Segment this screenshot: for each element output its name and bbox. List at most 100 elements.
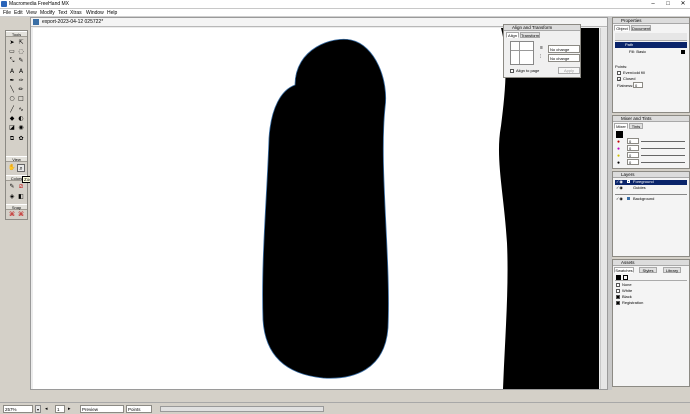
page-select[interactable]: 1: [55, 405, 65, 413]
zoom-select[interactable]: 257%: [3, 405, 33, 413]
menu-view[interactable]: View: [26, 9, 37, 17]
page-tool-icon[interactable]: ▭: [8, 48, 16, 56]
align-to-page-checkbox[interactable]: [510, 69, 514, 73]
mixer-slider-4[interactable]: [641, 162, 685, 163]
no-stroke-icon[interactable]: ⧄: [17, 183, 25, 191]
blend-tool-icon[interactable]: ◐: [17, 115, 25, 123]
units-select[interactable]: Points: [126, 405, 152, 413]
eye-icon[interactable]: ✓◉: [616, 196, 623, 201]
pen-tool-icon[interactable]: ✒: [8, 77, 16, 85]
maximize-button[interactable]: □: [661, 0, 675, 9]
menu-bar: File Edit View Modify Text Xtras Window …: [0, 9, 690, 17]
tab-transform[interactable]: Transform: [520, 32, 540, 38]
mixer-slider-1[interactable]: [641, 141, 685, 142]
tab-align[interactable]: Align: [506, 32, 519, 38]
menu-window[interactable]: Window: [86, 9, 104, 17]
next-page-icon[interactable]: ▸: [68, 406, 71, 412]
mirror-tool-icon[interactable]: ⧉: [8, 135, 16, 143]
swatch-white[interactable]: [616, 289, 620, 293]
text-tool-icon[interactable]: A: [8, 68, 16, 76]
mixer-slider-2[interactable]: [641, 148, 685, 149]
fill-color-icon[interactable]: ◈: [8, 193, 16, 201]
tab-document[interactable]: Document: [631, 25, 651, 31]
prev-page-icon[interactable]: ◂: [45, 406, 48, 412]
snap-to-point-icon[interactable]: ⌘: [8, 211, 16, 219]
align-preview[interactable]: [510, 41, 534, 65]
pencil-tool-icon[interactable]: ✏: [17, 86, 25, 94]
fill-icon[interactable]: [616, 275, 621, 280]
graphic-hose-icon[interactable]: ✿: [17, 135, 25, 143]
tab-swatches[interactable]: Swatches: [614, 267, 634, 273]
property-fill-row[interactable]: Fill: Basic: [615, 49, 687, 55]
knife-tool-icon[interactable]: ╱: [8, 106, 16, 114]
artwork: [262, 28, 599, 389]
zoom-tool-icon[interactable]: ⌕: [17, 164, 25, 172]
minimize-button[interactable]: –: [646, 0, 660, 9]
swap-colors-icon[interactable]: ◧: [17, 193, 25, 201]
vertical-scrollbar[interactable]: [600, 28, 607, 389]
tab-tints[interactable]: Tints: [629, 123, 643, 129]
flatness-input[interactable]: 0: [633, 82, 643, 88]
perspective-tool-icon[interactable]: ◆: [8, 115, 16, 123]
menu-file[interactable]: File: [3, 9, 11, 17]
zoom-dropdown-icon[interactable]: ▾: [35, 405, 41, 413]
property-path-row[interactable]: Path: [615, 42, 687, 48]
black-shape-left[interactable]: [262, 38, 389, 379]
eye-icon[interactable]: ✓◉: [616, 179, 623, 184]
tab-object[interactable]: Object: [614, 25, 630, 31]
hand-tool-icon[interactable]: ✋: [8, 164, 16, 172]
stroke-color-icon[interactable]: ✎: [8, 183, 16, 191]
black-shape-right[interactable]: [498, 28, 599, 389]
layer-name: Foreground: [633, 179, 654, 184]
mixer-value-3[interactable]: 0: [627, 152, 639, 158]
swatch-registration[interactable]: [616, 301, 620, 305]
snap-to-guide-icon[interactable]: ⌘: [17, 211, 25, 219]
even-odd-checkbox[interactable]: [617, 71, 621, 75]
align-horizontal-select[interactable]: No change: [548, 45, 580, 53]
line-tool-icon[interactable]: ╲: [8, 86, 16, 94]
mixer-color-well[interactable]: [616, 131, 623, 138]
apply-button[interactable]: Apply: [558, 67, 580, 74]
mixer-slider-3[interactable]: [641, 155, 685, 156]
text-on-path-icon[interactable]: A: [17, 68, 25, 76]
align-vertical-select[interactable]: No change: [548, 54, 580, 62]
menu-modify[interactable]: Modify: [40, 9, 55, 17]
swatch-none[interactable]: [616, 283, 620, 287]
menu-edit[interactable]: Edit: [14, 9, 23, 17]
layer-row-guides[interactable]: ✓◉ Guides: [615, 185, 687, 191]
closed-checkbox[interactable]: ✓: [617, 77, 621, 82]
mixer-value-4[interactable]: 0: [627, 159, 639, 165]
view-mode-select[interactable]: Preview: [80, 405, 124, 413]
assets-panel: Assets Swatches Styles Library None Whit…: [612, 259, 690, 387]
horizontal-scrollbar[interactable]: [160, 406, 324, 412]
scale-tool-icon[interactable]: ⤡: [8, 57, 16, 65]
layer-row-foreground[interactable]: ✓◉ Foreground: [615, 179, 687, 185]
shadow-tool-icon[interactable]: ◪: [8, 124, 16, 132]
drawing-canvas[interactable]: [33, 28, 599, 389]
layer-row-background[interactable]: ✓◉ Background: [615, 196, 687, 202]
panel-dock-divider[interactable]: [608, 17, 612, 390]
subselect-tool-icon[interactable]: ⇱: [17, 39, 25, 47]
snap-section-header: Snap: [6, 204, 27, 210]
close-button[interactable]: ✕: [676, 0, 690, 9]
eye-icon[interactable]: ✓◉: [616, 185, 623, 190]
menu-text[interactable]: Text: [58, 9, 67, 17]
tab-styles[interactable]: Styles: [639, 267, 657, 273]
fisheye-tool-icon[interactable]: ◉: [17, 124, 25, 132]
mixer-value-1[interactable]: 0: [627, 138, 639, 144]
bezigon-tool-icon[interactable]: ✑: [17, 77, 25, 85]
ellipse-tool-icon[interactable]: ○: [8, 95, 16, 103]
mixer-value-2[interactable]: 0: [627, 145, 639, 151]
menu-help[interactable]: Help: [107, 9, 117, 17]
pointer-tool-icon[interactable]: ➤: [8, 39, 16, 47]
fill-swatch: [681, 50, 685, 54]
tab-mixer[interactable]: Mixer: [614, 123, 628, 129]
swatch-black[interactable]: [616, 295, 620, 299]
rectangle-tool-icon[interactable]: □: [17, 95, 25, 103]
menu-xtras[interactable]: Xtras: [70, 9, 82, 17]
eyedropper-tool-icon[interactable]: ✎: [17, 57, 25, 65]
lasso-tool-icon[interactable]: ◌: [17, 48, 25, 56]
tab-library[interactable]: Library: [663, 267, 681, 273]
freeform-tool-icon[interactable]: ∿: [17, 106, 25, 114]
stroke-icon[interactable]: [623, 275, 628, 280]
